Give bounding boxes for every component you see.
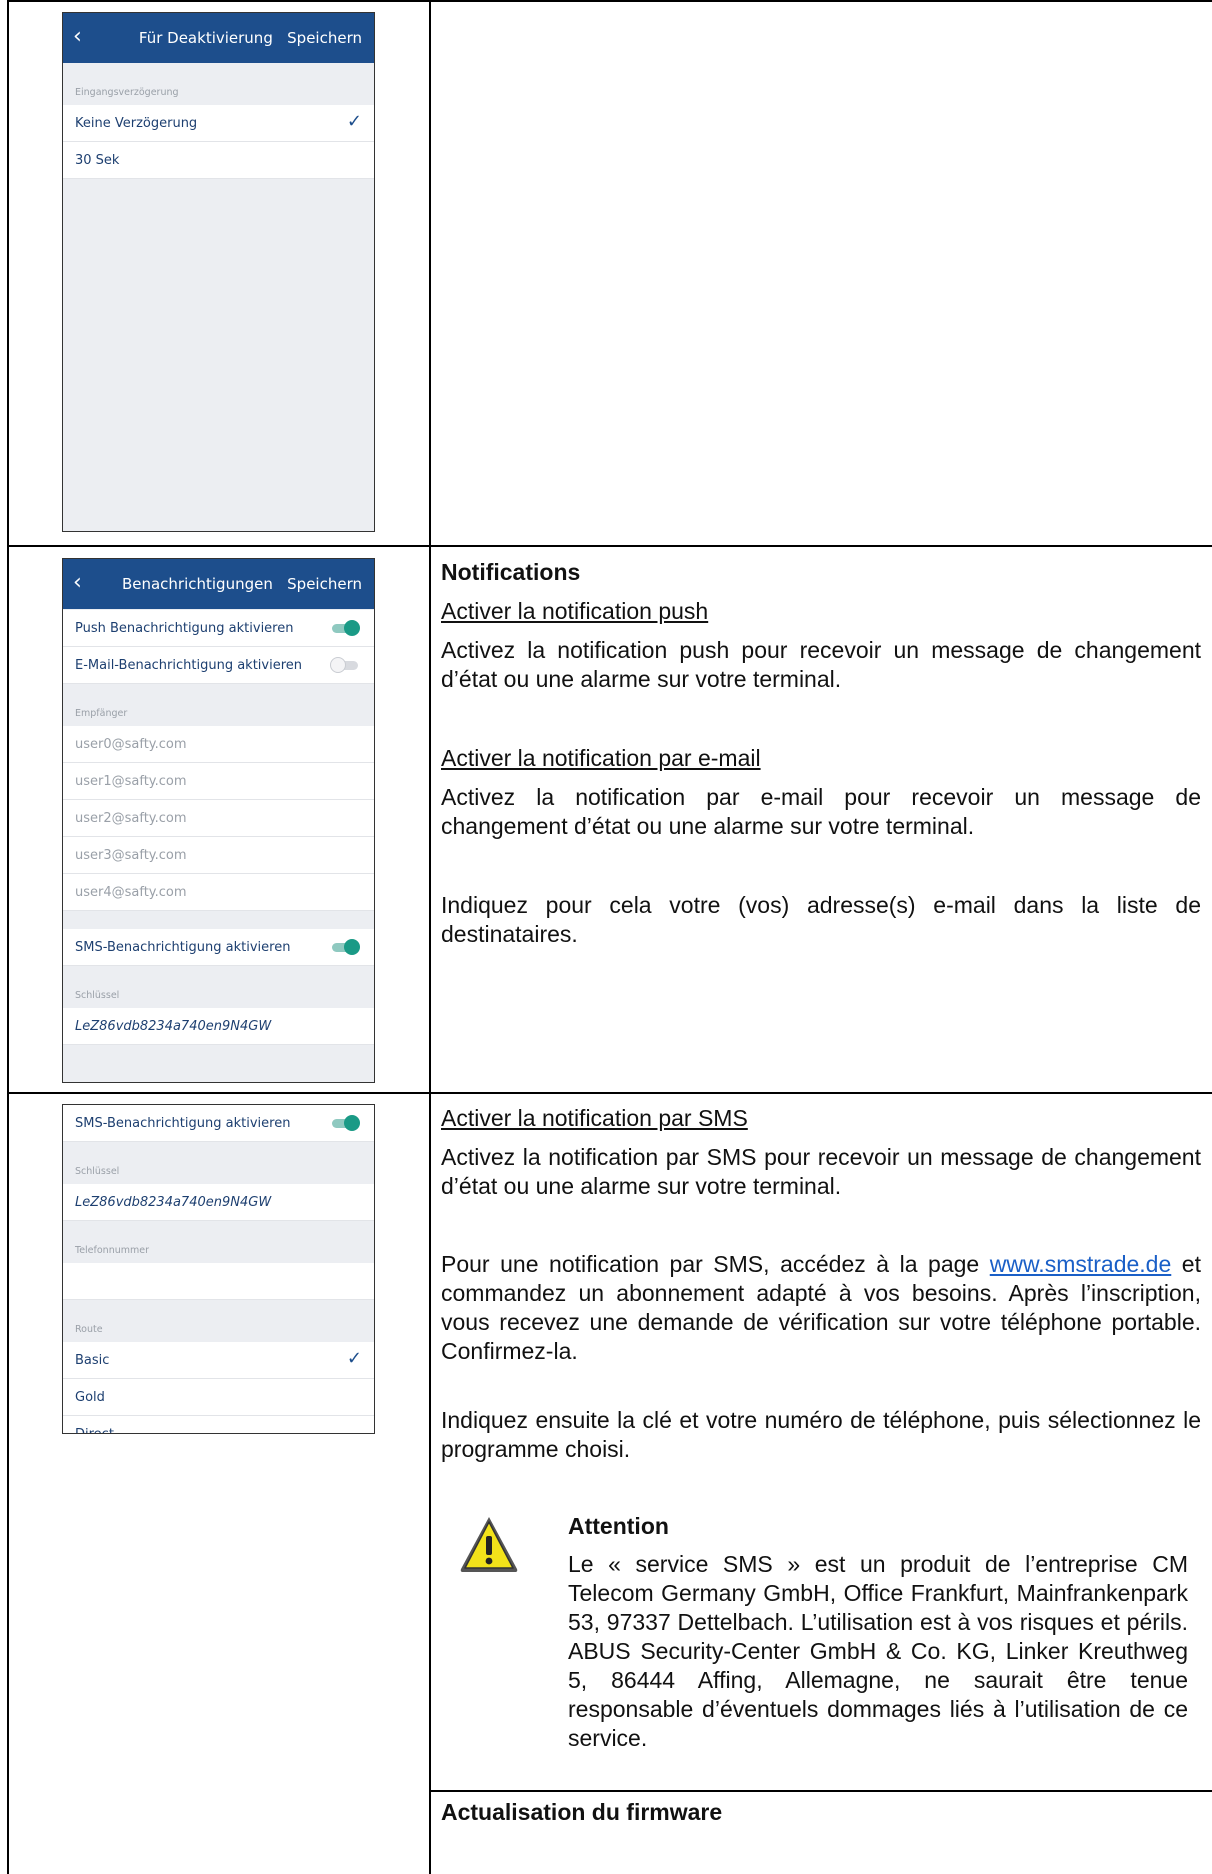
route-option-basic[interactable]: Basic ✓ [63, 1342, 374, 1379]
sms-text-3: Indiquez ensuite la clé et votre numéro … [441, 1407, 1201, 1462]
app-header: ‹ Für Deaktivierung Speichern [63, 13, 374, 63]
email-heading: Activer la notification par e-mail [441, 745, 761, 771]
section-label: Empfänger [75, 708, 128, 719]
section-label: Schlüssel [75, 990, 120, 1001]
route-option-gold[interactable]: Gold [63, 1379, 374, 1416]
check-icon: ✓ [346, 1348, 362, 1369]
row-divider [7, 1092, 1212, 1094]
recipient-field[interactable]: user1@safty.com [63, 763, 374, 800]
key-field[interactable]: LeZ86vdb8234a740en9N4GW [63, 1008, 374, 1045]
section-label: Route [75, 1324, 103, 1335]
sms-text-1: Activez la notification par SMS pour rec… [441, 1144, 1201, 1199]
screenshot-notifications: ‹ Benachrichtigungen Speichern Push Bena… [62, 558, 375, 1083]
email-text-2: Indiquez pour cela votre (vos) adresse(s… [441, 892, 1201, 947]
section-label: Eingangsverzögerung [75, 87, 179, 98]
sms-toggle[interactable] [330, 939, 360, 955]
sms-text-2: Pour une notification par SMS, accédez à… [441, 1251, 1201, 1364]
email-toggle[interactable] [330, 657, 360, 673]
save-button[interactable]: Speichern [287, 29, 362, 47]
check-icon: ✓ [346, 111, 362, 132]
option-no-delay[interactable]: Keine Verzögerung ✓ [63, 105, 374, 142]
screen-title: Für Deaktivierung [138, 29, 273, 47]
email-text: Activez la notification par e-mail pour … [441, 784, 1201, 839]
column-divider [429, 0, 431, 1874]
route-option-direct[interactable]: Direct [63, 1416, 374, 1433]
sms-toggle-row[interactable]: SMS-Benachrichtigung aktivieren [63, 929, 374, 966]
recipient-field[interactable]: user3@safty.com [63, 837, 374, 874]
attention-text: Le « service SMS » est un produit de l’e… [568, 1551, 1188, 1751]
push-text: Activez la notification push pour recevo… [441, 637, 1201, 692]
save-button[interactable]: Speichern [287, 575, 362, 593]
attention-heading: Attention [568, 1513, 669, 1539]
screenshot-deactivation-delay: ‹ Für Deaktivierung Speichern Eingangsve… [62, 12, 375, 532]
key-field[interactable]: LeZ86vdb8234a740en9N4GW [63, 1184, 374, 1221]
row-divider [429, 1790, 1212, 1792]
firmware-heading: Actualisation du firmware [441, 1799, 723, 1825]
option-30-sec[interactable]: 30 Sek [63, 142, 374, 179]
back-icon[interactable]: ‹ [73, 24, 82, 49]
email-toggle-row[interactable]: E-Mail-Benachrichtigung aktivieren [63, 647, 374, 684]
screen-title: Benachrichtigungen [121, 575, 273, 593]
push-toggle[interactable] [330, 620, 360, 636]
screenshot-sms-settings: SMS-Benachrichtigung aktivieren Schlüsse… [62, 1104, 375, 1434]
sms-heading: Activer la notification par SMS [441, 1105, 748, 1131]
notifications-heading: Notifications [441, 559, 581, 585]
app-header: ‹ Benachrichtigungen Speichern [63, 559, 374, 609]
section-label: Telefonnummer [75, 1245, 149, 1256]
push-toggle-row[interactable]: Push Benachrichtigung aktivieren [63, 610, 374, 647]
phone-number-field[interactable] [63, 1263, 374, 1300]
warning-icon [460, 1517, 518, 1572]
recipient-field[interactable]: user4@safty.com [63, 874, 374, 911]
push-heading: Activer la notification push [441, 598, 709, 624]
section-label: Schlüssel [75, 1166, 120, 1177]
smstrade-link[interactable]: www.smstrade.de [990, 1251, 1172, 1277]
row-divider [7, 0, 1212, 2]
sms-toggle[interactable] [330, 1115, 360, 1131]
back-icon[interactable]: ‹ [73, 570, 82, 595]
sms-toggle-row[interactable]: SMS-Benachrichtigung aktivieren [63, 1105, 374, 1142]
recipient-field[interactable]: user0@safty.com [63, 726, 374, 763]
recipient-field[interactable]: user2@safty.com [63, 800, 374, 837]
row-divider [7, 545, 1212, 547]
